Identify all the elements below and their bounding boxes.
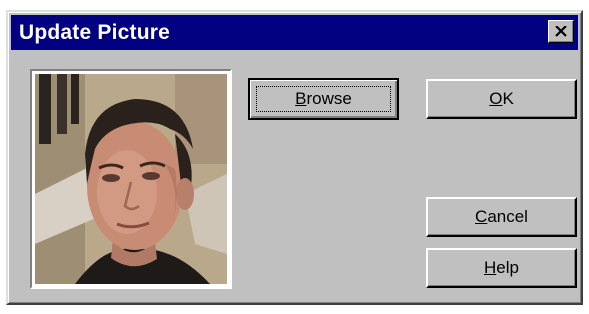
title-bar[interactable]: Update Picture xyxy=(11,15,578,50)
ok-button[interactable]: OK xyxy=(426,79,577,119)
help-button[interactable]: Help xyxy=(426,248,577,288)
cancel-label: Cancel xyxy=(475,207,528,226)
help-label: Help xyxy=(484,258,519,277)
ok-label: OK xyxy=(489,89,514,108)
cancel-button[interactable]: Cancel xyxy=(426,197,577,237)
close-icon xyxy=(555,26,567,37)
update-picture-dialog: Update Picture Browse OK Cancel Help xyxy=(6,10,583,305)
browse-button[interactable]: Browse xyxy=(248,78,399,120)
focus-rectangle xyxy=(256,86,391,112)
portrait-photo-image xyxy=(35,74,227,284)
picture-preview xyxy=(30,69,232,289)
close-button[interactable] xyxy=(548,20,574,43)
window-title: Update Picture xyxy=(19,20,170,44)
